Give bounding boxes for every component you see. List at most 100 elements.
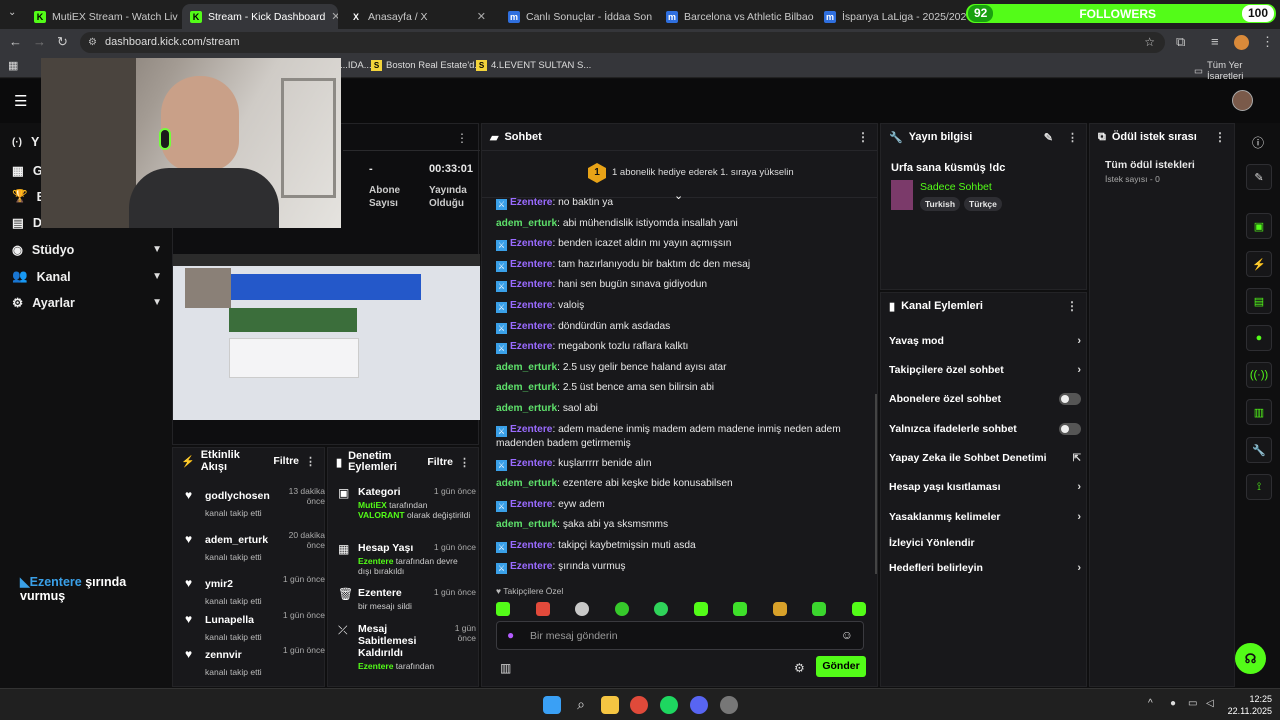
close-icon[interactable]: ✕ — [331, 10, 338, 23]
hamburger-menu-icon[interactable]: ☰ — [14, 92, 27, 110]
profile-avatar-icon[interactable] — [1234, 35, 1249, 50]
chat-message[interactable]: adem_erturk: ezentere abi keşke bide kon… — [496, 477, 866, 490]
back-icon[interactable]: ← — [9, 34, 22, 49]
support-headset-icon[interactable]: ☊ — [1235, 643, 1266, 674]
chat-message[interactable]: ⚔ Ezentere: döndürdün amk asdadas — [496, 320, 866, 334]
channel-action-item[interactable]: İzleyici Yönlendir — [889, 537, 1081, 549]
chat-username[interactable]: Ezentere — [510, 458, 552, 469]
media-icon[interactable]: ≡ — [1211, 34, 1219, 49]
menu-dots-icon[interactable]: ⋮ — [1261, 34, 1274, 50]
menu-dots-icon[interactable]: ⋮ — [1214, 130, 1226, 144]
activity-user[interactable]: zennvir — [205, 649, 242, 661]
discord-icon[interactable] — [690, 696, 708, 714]
chat-message[interactable]: ⚔ Ezentere: şırında vurmuş — [496, 560, 866, 574]
chat-username[interactable]: Ezentere — [510, 341, 552, 352]
emote-icon[interactable] — [733, 602, 748, 616]
emote-icon[interactable] — [614, 602, 629, 616]
all-reward-requests[interactable]: Tüm ödül istekleri — [1105, 159, 1195, 171]
bookmark-boston[interactable]: S Boston Real Estate'd... — [371, 60, 482, 71]
star-icon[interactable]: ☆ — [1144, 32, 1155, 53]
wrench-icon[interactable]: 🔧 — [1246, 437, 1272, 463]
chat-username[interactable]: adem_erturk — [496, 382, 557, 393]
extensions-icon[interactable]: ⧉ — [1176, 34, 1185, 50]
emote-icon[interactable] — [654, 602, 669, 616]
system-clock[interactable]: 12:25 22.11.2025 — [1226, 693, 1272, 717]
chat-username[interactable]: Ezentere — [510, 259, 552, 270]
edit-pencil-icon[interactable]: ✎ — [1044, 131, 1053, 144]
chat-message[interactable]: ⚔ Ezentere: megabonk tozlu raflara kalktı — [496, 340, 866, 355]
settings-gear-icon[interactable]: ⚙ — [794, 661, 805, 675]
chat-username[interactable]: adem_erturk — [496, 362, 557, 373]
tray-chevron-icon[interactable]: ^ — [1148, 698, 1153, 709]
chat-message[interactable]: ⚔ Ezentere: valoiş — [496, 299, 866, 313]
channel-action-item[interactable]: Takipçilere özel sohbet › — [889, 364, 1081, 376]
chat-message[interactable]: adem_erturk: 2.5 üst bence ama sen bilir… — [496, 381, 866, 394]
tab-mutiex-stream[interactable]: K MutiEX Stream - Watch Live on ✕ — [26, 4, 178, 29]
store-icon[interactable]: ▥ — [500, 661, 511, 675]
forward-icon[interactable]: → — [33, 34, 46, 49]
chat-username[interactable]: Ezentere — [510, 540, 552, 551]
emoji-icon[interactable]: ☺ — [841, 628, 853, 642]
emote-icon[interactable] — [851, 602, 866, 616]
spotify-icon[interactable] — [660, 696, 678, 714]
chat-username[interactable]: Ezentere — [510, 424, 552, 435]
chat-message[interactable]: ⚔ Ezentere: takipçi kaybetmişsin muti asd… — [496, 539, 866, 553]
chat-username[interactable]: Ezentere — [510, 198, 552, 208]
emote-icon[interactable] — [496, 602, 510, 616]
chat-username[interactable]: Ezentere — [510, 300, 552, 311]
file-explorer-icon[interactable] — [601, 696, 619, 714]
chat-message[interactable]: adem_erturk: şaka abi ya sksmsmms — [496, 518, 866, 531]
broadcast-icon[interactable]: ((·)) — [1246, 362, 1272, 388]
chat-message[interactable]: ⚔ Ezentere: hani sen bugün sınava gidiyod… — [496, 278, 866, 293]
edit-layout-icon[interactable]: ✎ — [1246, 164, 1272, 190]
site-info-icon[interactable]: ⚙ — [88, 32, 97, 53]
chat-input[interactable]: ● Bir mesaj gönderin ☺ — [496, 621, 864, 650]
chat-username[interactable]: adem_erturk — [496, 519, 557, 530]
tab-kick-dashboard[interactable]: K Stream - Kick Dashboard ✕ — [182, 4, 338, 29]
chat-message[interactable]: adem_erturk: saol abi — [496, 402, 866, 415]
tab-laliga[interactable]: m İspanya LaLiga - 2025/2026 - F — [816, 4, 966, 29]
emote-icon[interactable] — [812, 602, 827, 616]
emote-icon[interactable] — [575, 602, 590, 616]
info-icon[interactable]: ⓘ — [1252, 134, 1264, 151]
sidebar-item-studyo[interactable]: ◉ Stüdyo ▼ — [12, 242, 162, 258]
menu-dots-icon[interactable]: ⋮ — [857, 130, 869, 144]
activity-user[interactable]: godlychosen — [205, 490, 270, 502]
tab-x-home[interactable]: X Anasayfa / X ✕ — [342, 4, 494, 29]
channel-action-item[interactable]: Abonelere özel sohbet — [889, 393, 1081, 405]
chat-message[interactable]: ⚔ Ezentere: kuşlarrrrr benide alın — [496, 457, 866, 471]
chat-username[interactable]: Ezentere — [510, 499, 552, 510]
emote-icon[interactable] — [535, 602, 550, 616]
activity-user[interactable]: Lunapella — [205, 614, 254, 626]
tab-barcelona-bilbao[interactable]: m Barcelona vs Athletic Bilbao, 22 ✕ — [658, 4, 814, 29]
chat-username[interactable]: Ezentere — [510, 238, 552, 249]
windows-start-icon[interactable] — [543, 696, 561, 714]
chrome-icon[interactable] — [630, 696, 648, 714]
chat-message[interactable]: ⚔ Ezentere: eyw adem — [496, 498, 866, 512]
channel-action-item[interactable]: Hedefleri belirleyin › — [889, 562, 1081, 574]
chat-username[interactable]: adem_erturk — [496, 478, 557, 489]
activity-filter-button[interactable]: Filtre — [273, 455, 299, 467]
chat-scrollbar[interactable] — [875, 394, 877, 574]
stream-preview-video[interactable] — [173, 254, 480, 420]
stream-category[interactable]: Sadece Sohbet — [920, 181, 992, 193]
bolt-icon[interactable]: ⚡ — [1246, 251, 1272, 277]
apps-grid-icon[interactable]: ▦ — [8, 59, 18, 72]
clipboard-icon[interactable]: ▤ — [1246, 288, 1272, 314]
volume-icon[interactable]: ◁ — [1206, 698, 1214, 709]
activity-user[interactable]: adem_erturk — [205, 534, 268, 546]
emote-icon[interactable] — [772, 602, 787, 616]
channel-action-item[interactable]: Yavaş mod › — [889, 335, 1081, 347]
focus-icon[interactable]: ▣ — [1246, 213, 1272, 239]
emote-icon[interactable] — [693, 602, 708, 616]
chat-bubble-icon[interactable]: ● — [1246, 325, 1272, 351]
layers-icon[interactable]: ▥ — [1246, 399, 1272, 425]
close-icon[interactable]: ✕ — [477, 10, 486, 23]
channel-action-item[interactable]: Yapay Zeka ile Sohbet Denetimi ⇱ — [889, 452, 1081, 464]
share-icon[interactable]: ⟟ — [1246, 474, 1272, 500]
chat-username[interactable]: adem_erturk — [496, 218, 557, 229]
reload-icon[interactable]: ↻ — [57, 34, 68, 50]
chat-username[interactable]: Ezentere — [510, 279, 552, 290]
toggle-switch[interactable] — [1059, 393, 1081, 405]
bookmark-levent[interactable]: S 4.LEVENT SULTAN S... — [476, 60, 591, 71]
